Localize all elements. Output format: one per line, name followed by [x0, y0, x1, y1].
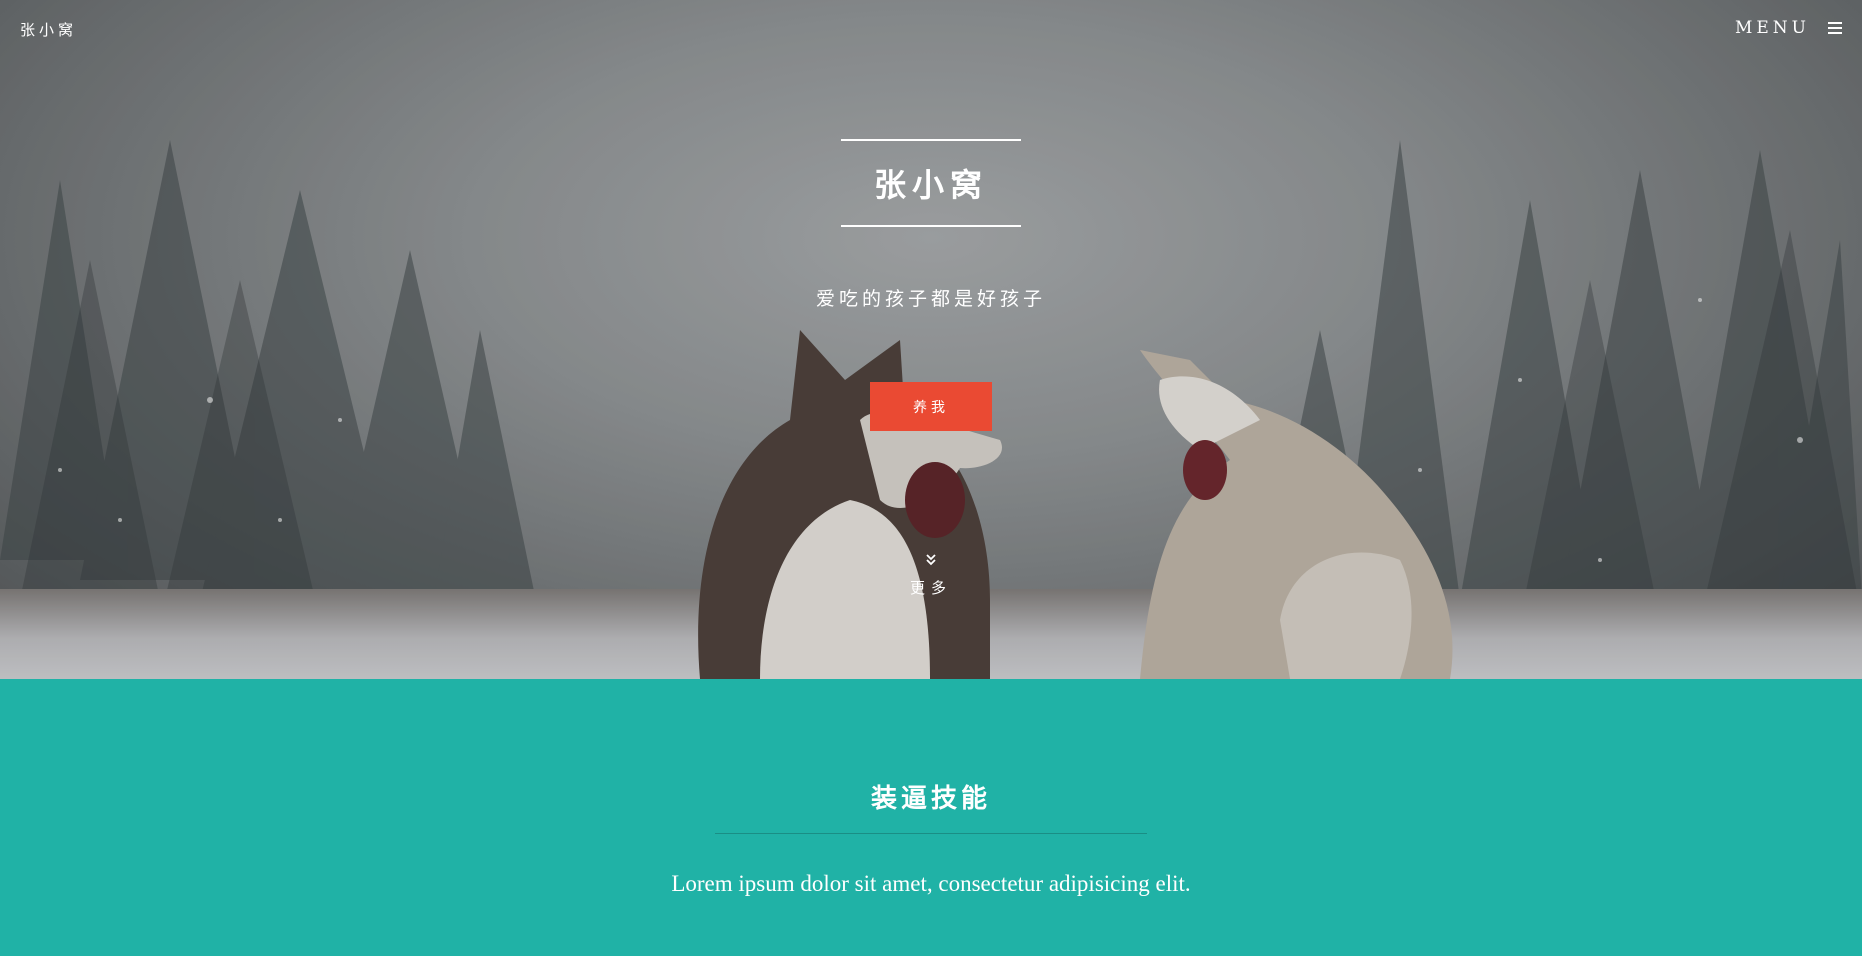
skills-text: Lorem ipsum dolor sit amet, consectetur …: [671, 871, 1191, 896]
hero-title-block: 张小窝: [841, 139, 1021, 227]
hero-title: 张小窝: [873, 166, 988, 204]
double-chevron-down-icon: [926, 554, 936, 566]
adopt-me-button[interactable]: 养我: [870, 382, 992, 431]
skills-section: 装逼技能 Lorem ipsum dolor sit amet, consect…: [0, 679, 1862, 956]
hamburger-icon: [1828, 19, 1842, 37]
brand-logo[interactable]: 张小窝: [20, 19, 77, 40]
menu-button[interactable]: MENU: [1735, 18, 1842, 38]
hero-section: 张小窝 MENU 张小窝 爱吃的孩子都是好孩子 养我 更多: [0, 0, 1862, 679]
more-link[interactable]: 更多: [0, 553, 1862, 598]
skills-divider: [715, 833, 1147, 834]
menu-label: MENU: [1734, 18, 1810, 38]
hero-subtitle: 爱吃的孩子都是好孩子: [815, 288, 1046, 310]
skills-title: 装逼技能: [870, 784, 991, 814]
more-label: 更多: [909, 579, 952, 597]
